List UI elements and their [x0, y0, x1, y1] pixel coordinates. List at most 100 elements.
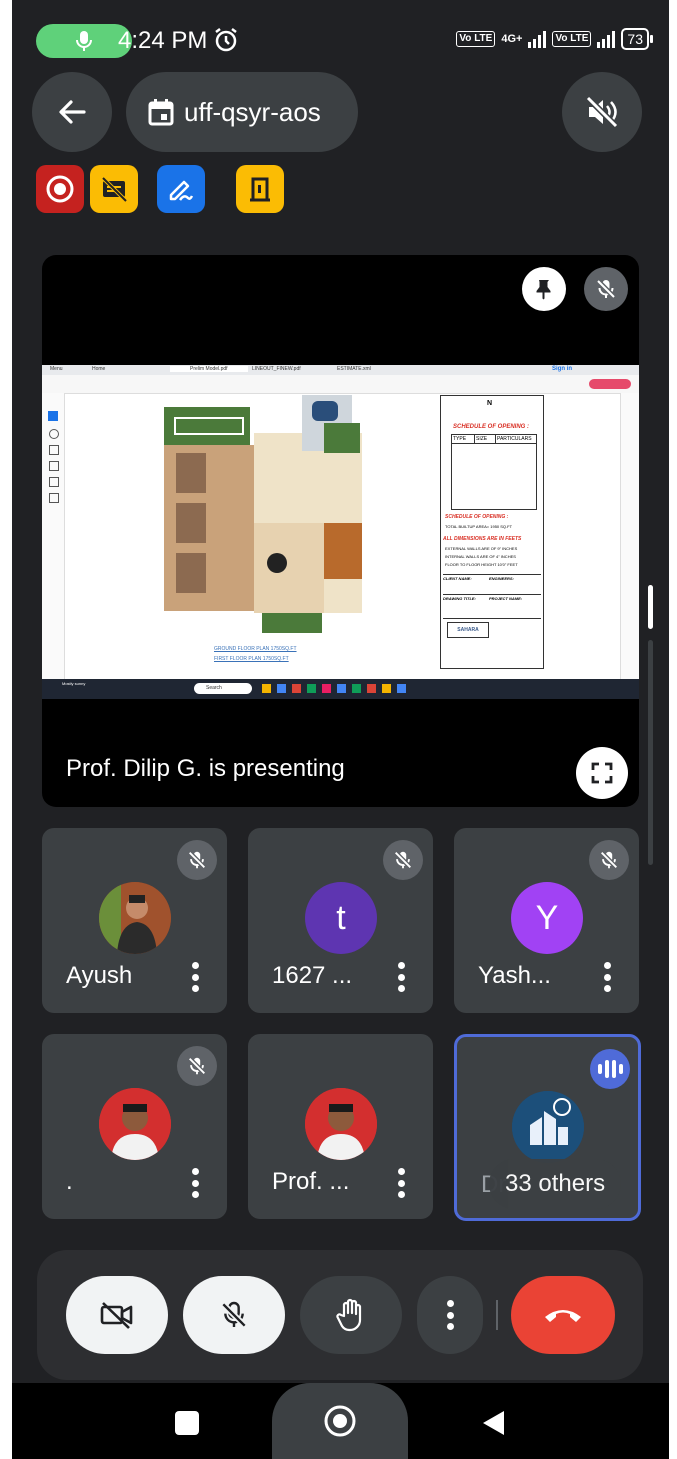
title-block-sheet: N SCHEDULE OF OPENING : TYPE SIZE PARTIC… [440, 395, 544, 669]
mic-off-icon [596, 279, 616, 299]
mic-off-icon [221, 1301, 247, 1328]
back-arrow-icon [59, 100, 86, 124]
person-photo-icon [99, 1088, 171, 1160]
volte-icon: Vo LTE [456, 31, 496, 47]
microphone-toggle-button[interactable] [183, 1276, 285, 1354]
taskbar-search-label: Search [206, 685, 222, 691]
drawing-title-label: DRAWING TITLE: [443, 596, 476, 601]
plan-caption-2: FIRST FLOOR PLAN 1750SQ.FT [214, 656, 289, 662]
tab-lineout: LINEOUT_FINEW.pdf [252, 366, 301, 372]
raise-hand-button[interactable] [300, 1276, 402, 1354]
scrollbar-track [648, 640, 653, 865]
pin-button[interactable] [522, 267, 566, 311]
more-vert-icon [446, 1300, 454, 1330]
participant-name: . [66, 1168, 73, 1195]
recording-badge[interactable] [36, 165, 84, 213]
alarm-icon [215, 28, 237, 52]
whiteboard-badge[interactable] [157, 165, 205, 213]
avatar-photo [99, 882, 171, 954]
sheet-schedule-title: SCHEDULE OF OPENING : [453, 424, 530, 430]
tab-estimate: ESTIMATE.xml [337, 366, 371, 372]
shared-screen: Menu Home Prelim Model.pdf LINEOUT_FINEW… [42, 365, 639, 699]
participant-tile-others[interactable]: Dr... 33 others [454, 1034, 641, 1221]
more-options-button[interactable] [417, 1276, 483, 1354]
back-button[interactable] [32, 72, 112, 152]
mic-off-icon [394, 851, 412, 869]
hang-up-icon [545, 1310, 581, 1322]
no-captions-badge[interactable] [90, 165, 138, 213]
participant-name: Ayush [66, 962, 133, 989]
others-count-chip[interactable]: 33 others [489, 1159, 622, 1209]
avatar-photo [99, 1088, 171, 1160]
camera-toggle-button[interactable] [66, 1276, 168, 1354]
plan-caption-1: GROUND FLOOR PLAN 1750SQ.FT [214, 646, 297, 652]
fullscreen-icon [591, 762, 613, 784]
pin-icon [536, 280, 551, 300]
participant-options-button[interactable] [397, 962, 405, 992]
participant-options-button[interactable] [191, 1168, 199, 1198]
north-arrow-label: N [487, 400, 493, 407]
taskbar-search: Search [194, 683, 252, 694]
network-status: Vo LTE 4G+ Vo LTE 73 [456, 28, 653, 50]
hand-icon [336, 1298, 362, 1332]
meeting-info-button[interactable]: uff-qsyr-aos [126, 72, 358, 152]
participant-options-button[interactable] [603, 962, 611, 992]
client-name-label: CLIENT NAME: [443, 576, 472, 581]
floor-plan-drawing [162, 393, 362, 633]
breakout-room-badge[interactable] [236, 165, 284, 213]
tab-home: Home [92, 366, 106, 372]
back-triangle-icon[interactable] [480, 1409, 506, 1437]
home-circle-icon [324, 1405, 356, 1437]
mic-muted-badge [383, 840, 423, 880]
total-area-note: TOTAL BUILTUP AREA= 1950 SQ.FT [445, 524, 513, 529]
avatar-initial: Y [511, 882, 583, 954]
record-icon [46, 175, 74, 203]
mic-off-icon [188, 1057, 206, 1075]
participant-tile[interactable]: Y Yash... [454, 828, 639, 1013]
speaker-toggle-button[interactable] [562, 72, 642, 152]
participant-tile[interactable]: Prof. ... [248, 1034, 433, 1219]
schedule-of-opening-label: SCHEDULE OF OPENING : [445, 514, 509, 520]
participant-tile[interactable]: Ayush [42, 828, 227, 1013]
end-call-button[interactable] [511, 1276, 615, 1354]
participant-options-button[interactable] [191, 962, 199, 992]
call-controls-bar [37, 1250, 643, 1380]
volte-icon-2: Vo LTE [552, 31, 592, 47]
scrollbar-thumb[interactable] [648, 585, 653, 629]
building-logo-icon [512, 1091, 584, 1163]
windows-taskbar: Mostly sunny Search [42, 679, 639, 699]
note-2: INTERNAL WALLS ARE OF 4" INCHES [445, 554, 516, 559]
browser-tabstrip: Menu Home Prelim Model.pdf LINEOUT_FINEW… [42, 365, 639, 375]
mic-muted-badge [177, 1046, 217, 1086]
video-off-icon [100, 1302, 133, 1329]
volume-off-icon [585, 95, 619, 129]
sign-in-link: Sign in [552, 366, 572, 372]
status-time: 4:24 PM [118, 27, 208, 54]
note-1: EXTERNAL WALLS ARE OF 9" INCHES [445, 546, 518, 551]
calendar-icon [148, 99, 174, 126]
tab-prelim-model: Prelim Model.pdf [170, 366, 248, 372]
participant-tile[interactable]: t 1627 ... [248, 828, 433, 1013]
home-button[interactable] [272, 1383, 408, 1459]
speaking-indicator [590, 1049, 630, 1089]
project-name-label: PROJECT NAME: [489, 596, 523, 601]
mic-off-icon [600, 851, 618, 869]
firm-logo-text: SAHARA [447, 622, 489, 638]
presentation-audio-muted [584, 267, 628, 311]
avatar-photo [305, 1088, 377, 1160]
note-3: FLOOR TO FLOOR HEIGHT 10'0" FEET [445, 562, 518, 567]
fullscreen-button[interactable] [576, 747, 628, 799]
participant-name: 1627 ... [272, 962, 353, 989]
recents-button[interactable] [175, 1411, 199, 1435]
presentation-tile[interactable]: Menu Home Prelim Model.pdf LINEOUT_FINEW… [42, 255, 639, 807]
door-icon [250, 177, 270, 202]
meeting-code: uff-qsyr-aos [184, 96, 321, 127]
person-photo-icon [99, 882, 171, 954]
participant-options-button[interactable] [397, 1168, 405, 1198]
participant-tile[interactable]: . [42, 1034, 227, 1219]
pdf-right-rail [620, 393, 639, 679]
signal-icon [528, 30, 547, 48]
schedule-table: TYPE SIZE PARTICULARS [451, 434, 537, 510]
avatar-initial: t [305, 882, 377, 954]
table-header-type: TYPE [452, 435, 475, 443]
